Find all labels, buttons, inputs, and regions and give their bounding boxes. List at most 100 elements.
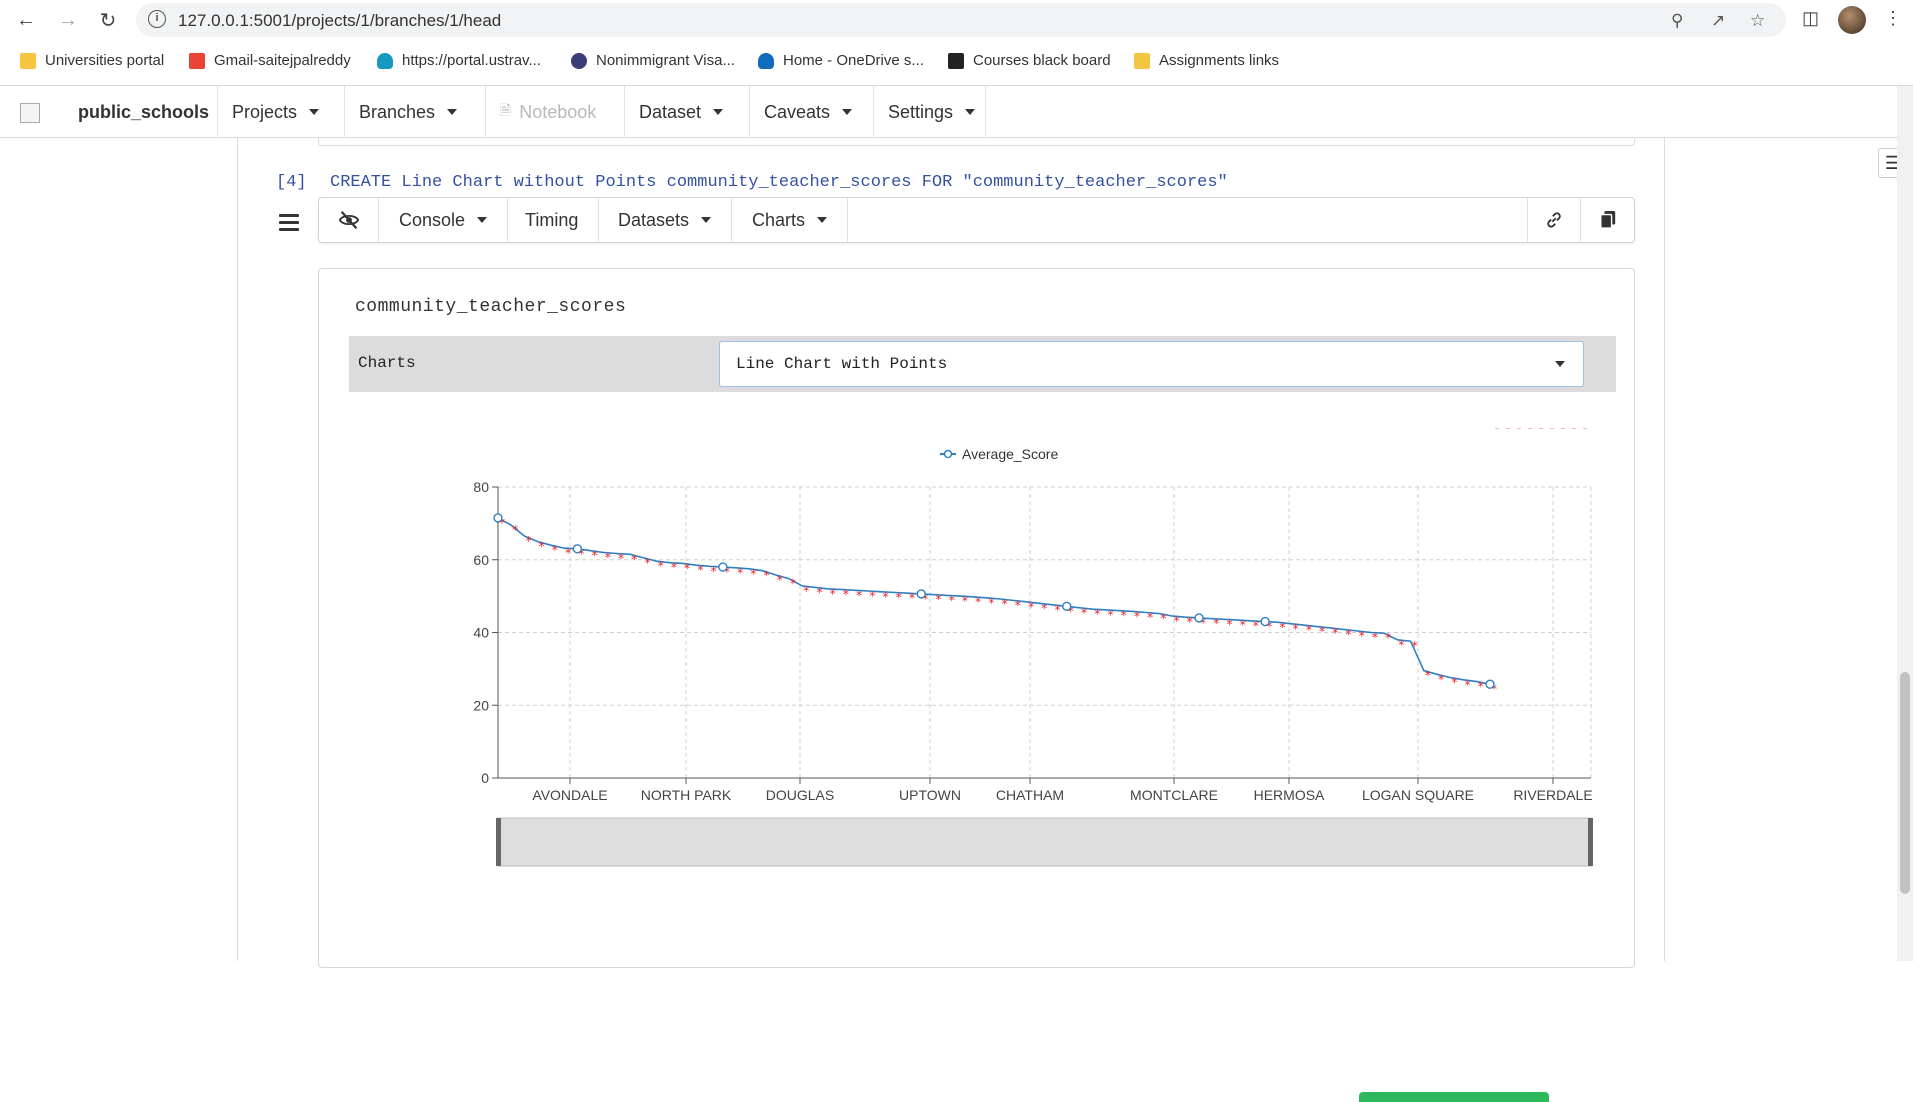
data-point-marker: *: [525, 534, 531, 548]
nav-dataset[interactable]: Dataset: [625, 86, 750, 138]
bookmark-item[interactable]: Nonimmigrant Visa...: [571, 52, 735, 69]
data-point-marker: *: [1346, 628, 1352, 642]
bookmark-item[interactable]: https://portal.ustrav...: [377, 52, 541, 69]
forward-icon[interactable]: →: [54, 6, 82, 34]
chart-toolbox-icon: [1550, 428, 1554, 429]
nav-caveats[interactable]: Caveats: [750, 86, 874, 138]
browser-chrome: ← → ↻ i 127.0.0.1:5001/projects/1/branch…: [0, 0, 1913, 86]
caret-down-icon: [447, 109, 458, 115]
bookmark-label: Home - OneDrive s...: [783, 52, 924, 69]
data-point-marker: *: [750, 567, 756, 581]
nav-label: Projects: [232, 101, 298, 122]
data-point-marker: *: [1094, 607, 1100, 621]
chart-toolbox-icon: [1539, 428, 1543, 429]
data-point-marker: *: [737, 566, 743, 580]
nav-settings[interactable]: Settings: [874, 86, 986, 138]
share-icon[interactable]: ↗: [1711, 11, 1725, 31]
bookmark-label: Universities portal: [45, 52, 165, 69]
site-info-icon[interactable]: i: [148, 10, 166, 28]
data-point-marker: *: [512, 523, 518, 537]
nav-label: Caveats: [764, 101, 831, 122]
side-panel-icon[interactable]: ◫: [1802, 8, 1819, 29]
caret-down-icon: [965, 109, 976, 115]
line-chart: Average_Score 0 20 40 60 80 AVONDALE NORTH PARK…: [473, 428, 1593, 867]
bookmark-label: Assignments links: [1159, 52, 1280, 69]
page-scrollbar[interactable]: [1897, 86, 1913, 961]
gmail-icon: [189, 52, 205, 69]
address-url[interactable]: 127.0.0.1:5001/projects/1/branches/1/hea…: [178, 11, 501, 31]
bookmark-label: https://portal.ustrav...: [402, 52, 541, 69]
reload-icon[interactable]: ↻: [94, 6, 122, 34]
legend-marker: [943, 449, 953, 459]
data-point-marker: *: [711, 564, 717, 578]
data-point-marker: *: [1279, 620, 1285, 634]
data-point-marker: *: [764, 569, 770, 583]
legend-label[interactable]: Average_Score: [962, 446, 1058, 462]
bookmark-star-icon[interactable]: ☆: [1750, 11, 1765, 31]
back-icon[interactable]: ←: [12, 6, 40, 34]
bookmark-item[interactable]: Assignments links: [1134, 52, 1279, 69]
action-button[interactable]: [1359, 1092, 1549, 1102]
app-navbar: public_schools Projects Branches 🗎 Notebook…: [0, 86, 1913, 138]
data-zoom-slider: [497, 817, 1592, 867]
chart-toolbox-icon: [1572, 428, 1576, 429]
data-point-marker: *: [539, 540, 545, 554]
data-point-marker: *: [1332, 626, 1338, 640]
chart-toolbox-icon: [1506, 428, 1510, 429]
bookmark-item[interactable]: Gmail-saitejpalreddy: [189, 52, 351, 69]
blackboard-icon: [948, 52, 964, 69]
data-point-marker: *: [1187, 615, 1193, 629]
app-logo-broken-image[interactable]: [20, 103, 40, 123]
data-point-marker: *: [1174, 614, 1180, 628]
seal-icon: [571, 52, 587, 69]
data-point-marker: *: [1253, 619, 1259, 633]
data-point-marker: *: [1041, 601, 1047, 615]
notebook-icon: 🗎: [500, 102, 512, 118]
bookmark-item[interactable]: Courses black board: [948, 52, 1111, 69]
data-point-marker: *: [830, 587, 836, 601]
bookmark-item[interactable]: Universities portal: [20, 52, 164, 69]
data-point-marker: *: [1147, 610, 1153, 624]
y-tick-label: 80: [473, 479, 489, 495]
data-point-marker: *: [1226, 617, 1232, 631]
data-point-marker: *: [790, 577, 796, 591]
nav-projects[interactable]: Projects: [218, 86, 345, 138]
data-point-marker: *: [1015, 598, 1021, 612]
folder-icon: [20, 52, 36, 69]
data-point-marker: *: [843, 588, 849, 602]
key-icon[interactable]: ⚲: [1671, 11, 1683, 31]
bookmark-label: Nonimmigrant Visa...: [596, 52, 735, 69]
y-tick-label: 20: [473, 697, 489, 713]
nav-label: Branches: [359, 101, 436, 122]
data-point-circle: [493, 513, 503, 523]
project-brand[interactable]: public_schools: [64, 86, 218, 138]
data-point-marker: *: [1160, 612, 1166, 626]
data-point-marker: *: [909, 591, 915, 605]
data-point-marker: *: [631, 552, 637, 566]
address-bar[interactable]: i 127.0.0.1:5001/projects/1/branches/1/h…: [136, 3, 1786, 37]
x-tick-label: AVONDALE: [532, 787, 607, 803]
x-tick-label: RIVERDALE: [1513, 787, 1592, 803]
data-point-marker: *: [962, 594, 968, 608]
data-point-marker: *: [644, 556, 650, 570]
data-point-marker: *: [1438, 672, 1444, 686]
browser-menu-icon[interactable]: ⋮: [1884, 8, 1902, 29]
scrollbar-thumb[interactable]: [1900, 672, 1910, 894]
data-point-marker: *: [1372, 631, 1378, 645]
data-point-marker: *: [605, 550, 611, 564]
data-point-marker: *: [684, 561, 690, 575]
x-tick-label: NORTH PARK: [641, 787, 732, 803]
data-zoom-handle-right: [1588, 818, 1593, 866]
bookmark-item[interactable]: Home - OneDrive s...: [758, 52, 924, 69]
nav-notebook: 🗎 Notebook: [486, 86, 625, 138]
caret-down-icon: [713, 109, 724, 115]
data-point-marker: *: [1451, 676, 1457, 690]
y-tick-label: 60: [473, 552, 489, 568]
chart-legend: Average_Score: [940, 446, 1058, 462]
data-point-marker: *: [1398, 638, 1404, 652]
data-point-marker: *: [1028, 600, 1034, 614]
data-point-circle: [1260, 616, 1270, 627]
profile-avatar[interactable]: [1838, 6, 1866, 34]
chart-toolbox-icon: [1583, 428, 1587, 429]
nav-branches[interactable]: Branches: [345, 86, 486, 138]
